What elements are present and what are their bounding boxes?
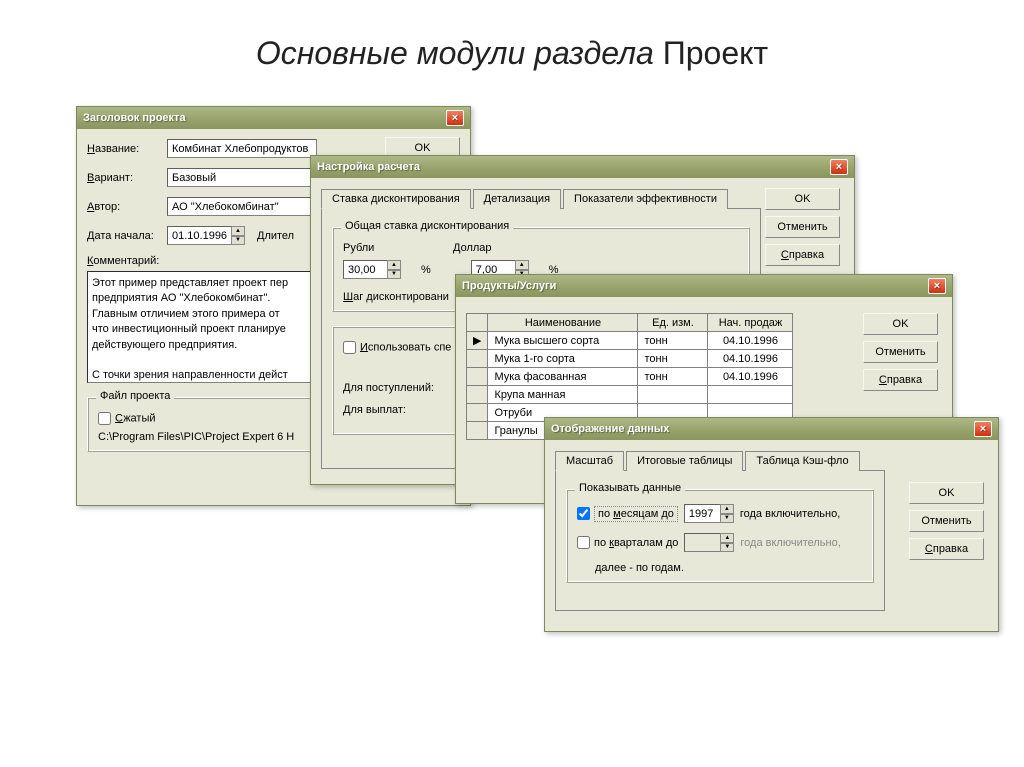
rub-label: Рубли <box>343 242 393 254</box>
help-button[interactable]: Справка <box>863 369 938 391</box>
ok-button[interactable]: OK <box>909 482 984 504</box>
close-icon[interactable]: × <box>974 421 992 437</box>
titlebar: Отображение данных × <box>545 418 998 440</box>
spin-down-icon[interactable]: ▼ <box>720 514 734 524</box>
spin-up-icon[interactable]: ▲ <box>387 260 401 270</box>
table-row[interactable]: ▶Мука высшего сортатонн04.10.1996 <box>467 332 793 350</box>
income-label: Для поступлений: <box>343 382 453 394</box>
quarter-year-input <box>684 533 720 552</box>
outcome-label: Для выплат: <box>343 404 453 416</box>
close-icon[interactable]: × <box>928 278 946 294</box>
spin-up-icon[interactable]: ▲ <box>720 504 734 514</box>
window-title: Заголовок проекта <box>83 112 186 124</box>
cancel-button[interactable]: Отменить <box>863 341 938 363</box>
row-header <box>467 314 488 332</box>
year-input[interactable] <box>684 504 720 523</box>
window-title: Настройка расчета <box>317 161 420 173</box>
tab-efficiency[interactable]: Показатели эффективности <box>563 189 728 209</box>
duration-label: Длител <box>257 230 294 242</box>
table-row[interactable]: Мука фасованнаятонн04.10.1996 <box>467 368 793 386</box>
tab-summary[interactable]: Итоговые таблицы <box>626 451 743 471</box>
name-label: Название: <box>87 143 167 155</box>
variant-input[interactable] <box>167 168 317 187</box>
show-data-group: Показывать данные <box>575 482 685 494</box>
title-normal: Проект <box>663 35 768 71</box>
spin-down-icon[interactable]: ▼ <box>387 270 401 280</box>
by-month-checkbox[interactable] <box>577 507 590 520</box>
year-suffix-2: года включительно, <box>740 537 840 549</box>
window-display-data: Отображение данных × OK Отменить Справка… <box>544 417 999 632</box>
spin-up-icon[interactable]: ▲ <box>231 226 245 236</box>
close-icon[interactable]: × <box>830 159 848 175</box>
tabs: Масштаб Итоговые таблицы Таблица Кэш-фло <box>555 450 885 471</box>
slide-title: Основные модули раздела Проект <box>0 35 1024 72</box>
help-button[interactable]: Справка <box>765 244 840 266</box>
name-input[interactable] <box>167 139 317 158</box>
year-suffix: года включительно, <box>740 508 840 520</box>
tab-scale[interactable]: Масштаб <box>555 451 624 471</box>
date-input[interactable] <box>167 226 231 245</box>
compressed-checkbox[interactable] <box>98 412 111 425</box>
further-label: далее - по годам. <box>595 562 863 574</box>
date-spinner[interactable]: ▲▼ <box>167 226 245 245</box>
rub-spinner[interactable]: ▲▼ <box>343 260 401 279</box>
help-button[interactable]: Справка <box>909 538 984 560</box>
use-special-checkbox[interactable] <box>343 341 356 354</box>
col-date: Нач. продаж <box>708 314 793 332</box>
pct-label: % <box>421 264 431 276</box>
col-name: Наименование <box>488 314 638 332</box>
titlebar: Продукты/Услуги × <box>456 275 952 297</box>
tabs: Ставка дисконтирования Детализация Показ… <box>321 188 761 209</box>
spin-down-icon[interactable]: ▼ <box>231 236 245 246</box>
cancel-button[interactable]: Отменить <box>765 216 840 238</box>
variant-label: Вариант: <box>87 172 167 184</box>
tab-detail[interactable]: Детализация <box>473 189 561 209</box>
author-label: Автор: <box>87 201 167 213</box>
date-label: Дата начала: <box>87 230 167 242</box>
discount-group-label: Общая ставка дисконтирования <box>341 220 513 232</box>
ok-button[interactable]: OK <box>863 313 938 335</box>
by-month-label: по месяцам до <box>594 506 678 522</box>
spin-up-icon: ▲ <box>720 533 734 543</box>
rub-input[interactable] <box>343 260 387 279</box>
window-title: Отображение данных <box>551 423 669 435</box>
titlebar: Заголовок проекта × <box>77 107 470 129</box>
close-icon[interactable]: × <box>446 110 464 126</box>
file-group-label: Файл проекта <box>96 390 174 402</box>
table-row[interactable]: Крупа манная <box>467 386 793 404</box>
col-unit: Ед. изм. <box>638 314 708 332</box>
usd-label: Доллар <box>453 242 492 254</box>
title-italic: Основные модули раздела <box>256 35 663 71</box>
author-input[interactable] <box>167 197 317 216</box>
tab-discount[interactable]: Ставка дисконтирования <box>321 189 471 209</box>
cancel-button[interactable]: Отменить <box>909 510 984 532</box>
spin-up-icon[interactable]: ▲ <box>515 260 529 270</box>
spin-down-icon: ▼ <box>720 543 734 553</box>
by-quarter-checkbox[interactable] <box>577 536 590 549</box>
window-title: Продукты/Услуги <box>462 280 556 292</box>
use-special-label: Использовать спе <box>360 341 451 353</box>
titlebar: Настройка расчета × <box>311 156 854 178</box>
by-quarter-label: по кварталам до <box>594 537 678 549</box>
table-row[interactable]: Мука 1-го сортатонн04.10.1996 <box>467 350 793 368</box>
tab-cashflow[interactable]: Таблица Кэш-фло <box>745 451 859 471</box>
ok-button[interactable]: OK <box>765 188 840 210</box>
compressed-label: Сжатый <box>115 412 156 424</box>
